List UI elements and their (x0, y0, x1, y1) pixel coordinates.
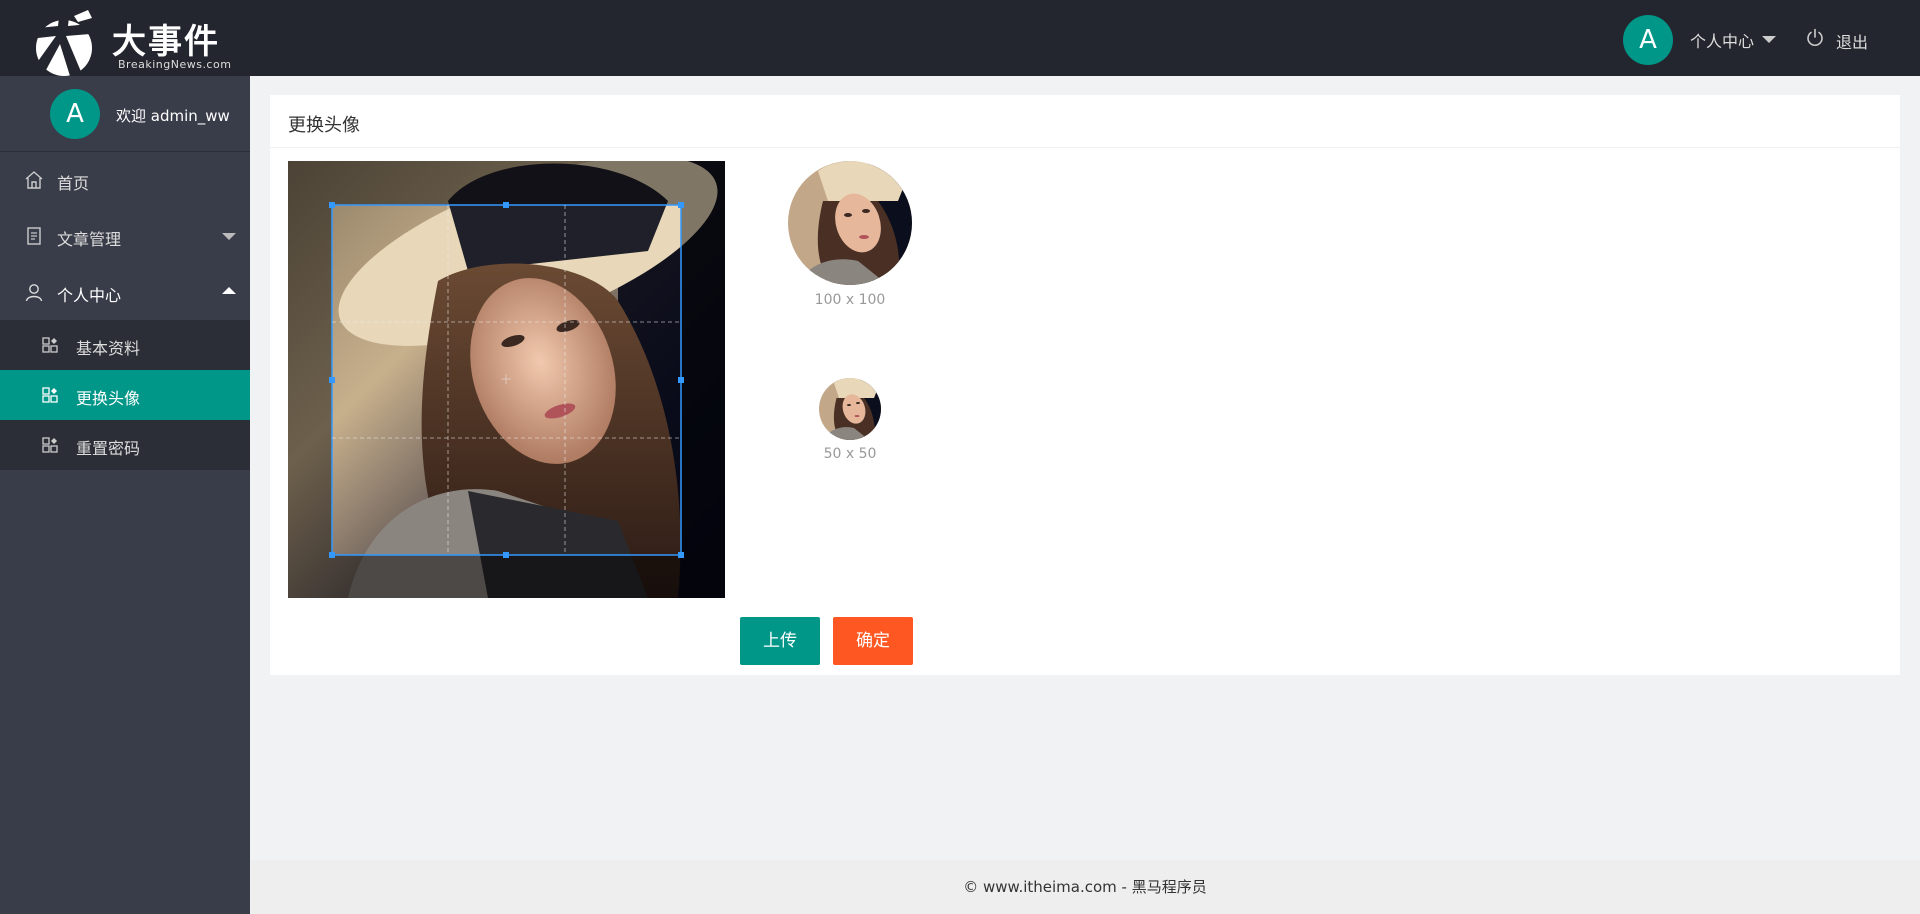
chevron-down-icon (222, 233, 236, 240)
sidebar-item-profile[interactable]: 个人中心 (0, 264, 250, 320)
portrait-image (288, 161, 725, 598)
confirm-button[interactable]: 确定 (833, 617, 913, 665)
logo-title: 大事件 (112, 22, 220, 62)
welcome-text: 欢迎 admin_ww (116, 107, 230, 125)
preview-small-size-label: 50 x 50 (823, 446, 877, 462)
home-icon (25, 171, 43, 189)
sidebar-item-home[interactable]: 首页 (0, 152, 250, 208)
footer: © www.itheima.com - 黑马程序员 (250, 860, 1920, 914)
chevron-down-icon[interactable] (1762, 36, 1776, 43)
avatar-card: 更换头像 100 x 100 50 x 50 上传 确定 (270, 95, 1900, 675)
sidebar-submenu: 基本资料 更换头像 重置密码 (0, 320, 250, 470)
app-grid-icon (42, 437, 58, 453)
image-cropper[interactable] (288, 161, 725, 598)
sidebar-subitem-change-avatar[interactable]: 更换头像 (0, 370, 250, 420)
card-title: 更换头像 (288, 115, 360, 136)
sidebar-item-label: 首页 (57, 174, 90, 193)
user-icon (25, 284, 43, 302)
avatar-preview-image (819, 378, 881, 440)
upload-button[interactable]: 上传 (740, 617, 820, 665)
sidebar-subitem-label: 基本资料 (76, 339, 141, 358)
top-header: 大事件 BreakingNews.com A 个人中心 退出 (0, 0, 1920, 76)
header-avatar[interactable]: A (1623, 15, 1673, 65)
sidebar-avatar: A (50, 89, 100, 139)
sidebar-subitem-label: 更换头像 (76, 389, 141, 408)
logo-subtitle: BreakingNews.com (118, 58, 232, 71)
sidebar-item-label: 个人中心 (57, 286, 122, 305)
avatar-preview-image (788, 161, 912, 285)
document-icon (27, 227, 41, 245)
user-menu[interactable]: 个人中心 (1690, 28, 1754, 52)
app-grid-icon (42, 337, 58, 353)
sidebar-item-label: 文章管理 (57, 230, 122, 249)
sidebar-subitem-reset-password[interactable]: 重置密码 (0, 420, 250, 470)
sidebar-item-articles[interactable]: 文章管理 (0, 208, 250, 264)
card-header: 更换头像 (270, 95, 1900, 148)
sidebar: A 欢迎 admin_ww 首页 文章管理 个人中心 基本资料 更换头像 重置密… (0, 76, 250, 914)
chevron-up-icon (222, 287, 236, 294)
sidebar-subitem-basic-info[interactable]: 基本资料 (0, 320, 250, 370)
preview-large-size-label: 100 x 100 (814, 292, 886, 308)
avatar-preview-large (788, 161, 912, 285)
logout-link[interactable]: 退出 (1836, 29, 1868, 53)
logo[interactable]: 大事件 BreakingNews.com (30, 4, 232, 76)
power-icon[interactable] (1805, 28, 1825, 48)
logo-mark-icon (36, 8, 92, 76)
sidebar-user-panel: A 欢迎 admin_ww (0, 76, 250, 152)
avatar-preview-small (819, 378, 881, 440)
sidebar-subitem-label: 重置密码 (76, 439, 141, 458)
app-grid-icon (42, 387, 58, 403)
